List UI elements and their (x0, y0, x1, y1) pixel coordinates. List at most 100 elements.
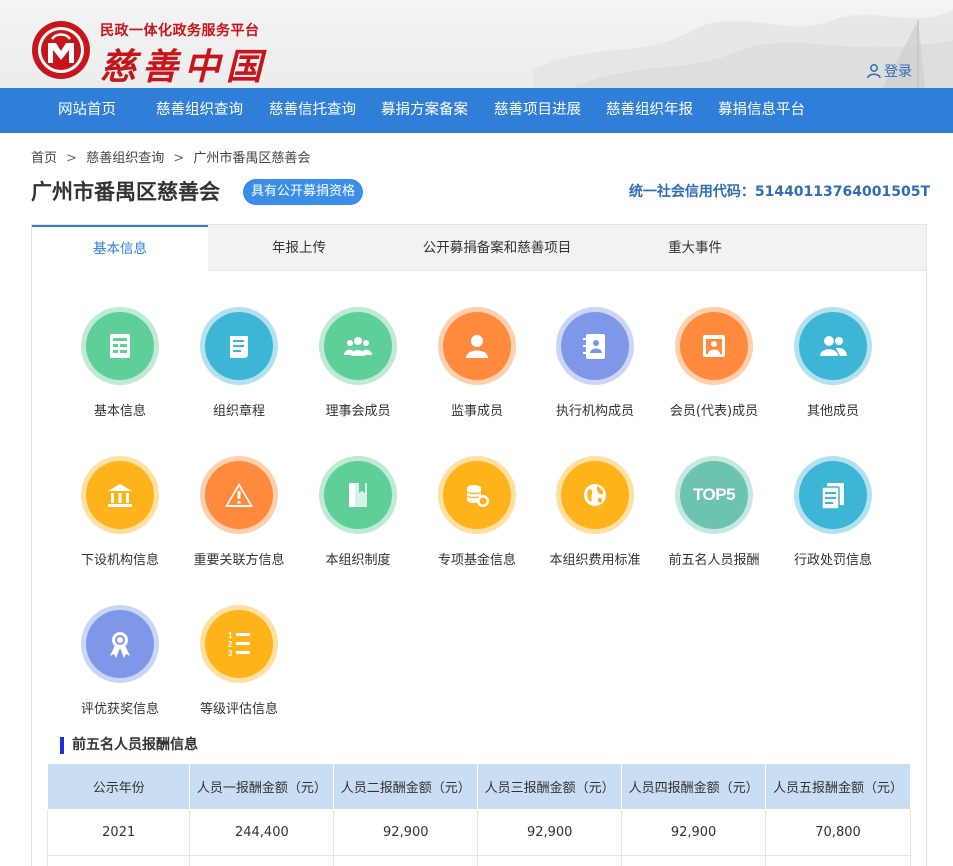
icon-tile[interactable]: 执行机构成员 (540, 307, 650, 419)
icon-tile[interactable]: 理事会成员 (303, 307, 413, 419)
breadcrumb-separator: > (66, 151, 78, 166)
nav-item-trust-search[interactable]: 慈善信托查询 (269, 88, 356, 133)
table-cell (333, 855, 479, 866)
icon-tile[interactable]: 组织章程 (184, 307, 294, 419)
icon-label: 专项基金信息 (437, 553, 516, 568)
column-header: 人员五报酬金额（元） (765, 763, 911, 810)
table-cell: 92,900 (333, 809, 479, 856)
numbered-list-icon: 123 (205, 610, 273, 678)
scroll-icon (205, 312, 273, 380)
table-row: 2021 244,400 92,900 92,900 92,900 70,800 (46, 809, 911, 856)
coins-icon (443, 461, 511, 529)
icon-label: 本组织费用标准 (549, 553, 641, 568)
table-cell: 2021 (46, 809, 191, 856)
top5-icon: TOP5 (680, 461, 748, 529)
icon-tile[interactable]: 其他成员 (778, 307, 888, 419)
list-digit: 3 (228, 649, 233, 658)
icon-label: 行政处罚信息 (793, 553, 872, 568)
logo-title: 慈善中国 (100, 46, 269, 88)
column-header: 人员四报酬金额（元） (621, 763, 767, 810)
breadcrumb: 首页 > 慈善组织查询 > 广州市番禺区慈善会 (31, 147, 310, 166)
table-cell (477, 855, 623, 866)
icon-tile[interactable]: 1 2 3 等级评估信息 (184, 605, 294, 717)
nav-item-fundraising-platform[interactable]: 募捐信息平台 (718, 88, 805, 133)
warning-icon (205, 461, 273, 529)
table-cell: 92,900 (621, 809, 767, 856)
list-digit: 1 (228, 631, 233, 640)
nav-item-org-search[interactable]: 慈善组织查询 (156, 88, 243, 133)
compensation-table: 公示年份 人员一报酬金额（元） 人员二报酬金额（元） 人员三报酬金额（元） 人员… (46, 763, 911, 866)
tab-bar: 基本信息 年报上传 公开募捐备案和慈善项目 重大事件 (32, 225, 926, 272)
icon-tile[interactable]: TOP5 前五名人员报酬 (659, 456, 769, 568)
logo-subtitle: 民政一体化政务服务平台 (100, 23, 260, 39)
icon-circle (556, 307, 634, 385)
table-cell: 92,900 (477, 809, 623, 856)
breadcrumb-current: 广州市番禺区慈善会 (193, 151, 311, 166)
numbered-list-glyph: 123 (228, 631, 250, 658)
icon-circle (81, 605, 159, 683)
credit-code: 统一社会信用代码：51440113764001505T (628, 184, 930, 200)
icon-tile[interactable]: 会员(代表)成员 (659, 307, 769, 419)
icon-tile[interactable]: 行政处罚信息 (778, 456, 888, 568)
icon-circle (81, 456, 159, 534)
icon-label: 评优获奖信息 (80, 702, 159, 717)
icon-circle (319, 307, 397, 385)
column-header: 公示年份 (46, 763, 191, 810)
breadcrumb-org-search[interactable]: 慈善组织查询 (86, 151, 164, 166)
book-icon (324, 461, 392, 529)
portrait-frame-icon (680, 312, 748, 380)
user-icon (867, 64, 881, 79)
tab-annual-report-upload[interactable]: 年报上传 (208, 225, 390, 271)
icon-circle: TOP5 (675, 456, 753, 534)
medal-icon (86, 610, 154, 678)
breadcrumb-home[interactable]: 首页 (31, 151, 57, 166)
icon-circle (438, 307, 516, 385)
icon-circle (794, 307, 872, 385)
table-cell (46, 855, 191, 866)
section-title: 前五名人员报酬信息 (60, 737, 198, 754)
tab-fundraising-projects[interactable]: 公开募捐备案和慈善项目 (390, 225, 604, 271)
icon-label: 前五名人员报酬 (668, 553, 760, 568)
table-cell: 244,400 (189, 809, 335, 856)
table-header-row: 公示年份 人员一报酬金额（元） 人员二报酬金额（元） 人员三报酬金额（元） 人员… (46, 763, 911, 810)
documents-icon (799, 461, 867, 529)
institution-icon (86, 461, 154, 529)
icon-tile[interactable]: 专项基金信息 (422, 456, 532, 568)
icon-tile[interactable]: 重要关联方信息 (184, 456, 294, 568)
table-cell (765, 855, 911, 866)
icon-circle (438, 456, 516, 534)
icon-tile[interactable]: 下设机构信息 (65, 456, 175, 568)
icon-label: 会员(代表)成员 (669, 404, 759, 419)
login-link[interactable]: 登录 (866, 61, 912, 81)
icon-tile[interactable]: 监事成员 (422, 307, 532, 419)
icon-label: 组织章程 (212, 404, 265, 419)
id-book-icon (561, 312, 629, 380)
icon-tile[interactable]: 本组织费用标准 (540, 456, 650, 568)
status-badge: 具有公开募捐资格 (243, 179, 364, 205)
icon-circle (200, 456, 278, 534)
page-title: 广州市番禺区慈善会 (31, 180, 220, 204)
icon-tile[interactable]: 评优获奖信息 (65, 605, 175, 717)
icon-label: 等级评估信息 (199, 702, 278, 717)
icon-circle (200, 307, 278, 385)
table-cell: 70,800 (765, 809, 911, 856)
nav-item-home[interactable]: 网站首页 (58, 88, 116, 133)
nav-item-fundraising-filing[interactable]: 募捐方案备案 (381, 88, 468, 133)
icon-label: 理事会成员 (325, 404, 391, 419)
table-row (46, 855, 911, 866)
icon-tile[interactable]: 基本信息 (65, 307, 175, 419)
icon-label: 执行机构成员 (555, 404, 634, 419)
nav-item-project-progress[interactable]: 慈善项目进展 (494, 88, 581, 133)
icon-tile[interactable]: 本组织制度 (303, 456, 413, 568)
icon-label: 下设机构信息 (80, 553, 159, 568)
login-label: 登录 (884, 64, 912, 80)
icon-circle (556, 456, 634, 534)
column-header: 人员三报酬金额（元） (477, 763, 623, 810)
breadcrumb-separator: > (173, 151, 185, 166)
table-cell (621, 855, 767, 866)
tab-major-events[interactable]: 重大事件 (604, 225, 786, 271)
tab-basic-info[interactable]: 基本信息 (32, 225, 208, 272)
icon-label: 本组织制度 (325, 553, 391, 568)
charity-logo-icon (32, 21, 90, 79)
nav-item-annual-report[interactable]: 慈善组织年报 (606, 88, 693, 133)
